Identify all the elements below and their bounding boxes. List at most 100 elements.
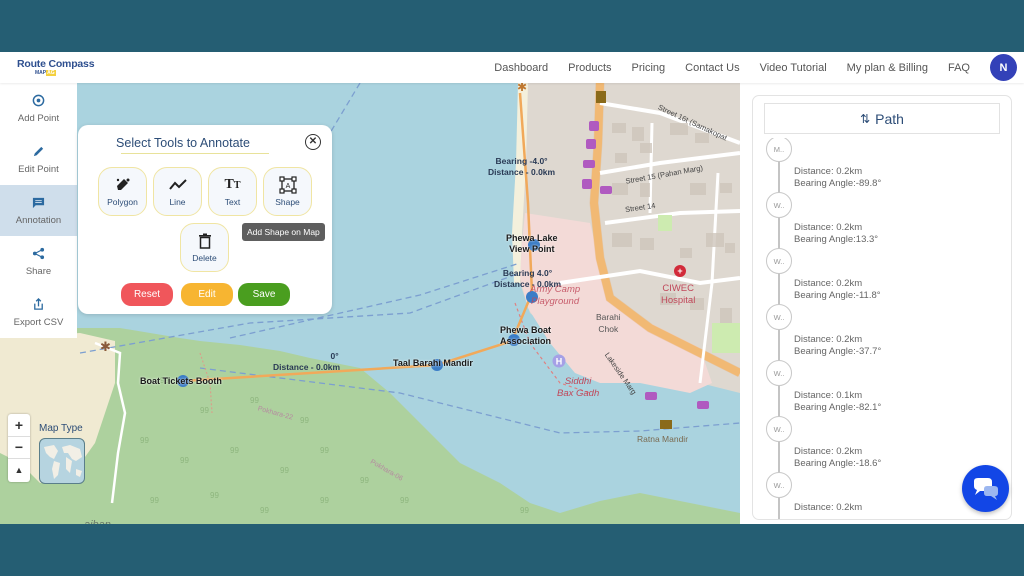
svg-text:99: 99 [360, 476, 369, 485]
sidebar-label: Edit Point [18, 163, 59, 175]
svg-text:+: + [677, 266, 682, 276]
nav-dashboard[interactable]: Dashboard [494, 62, 548, 74]
map-type-label: Map Type [39, 423, 83, 434]
sidebar-item-add-point[interactable]: Add Point [0, 83, 77, 134]
tool-sidebar: Add Point Edit Point Annotation Share Ex… [0, 83, 77, 338]
sidebar-label: Add Point [17, 112, 60, 124]
nav-plan-billing[interactable]: My plan & Billing [847, 62, 928, 74]
export-icon [32, 298, 46, 312]
waypoint-node[interactable]: W.. [766, 472, 792, 498]
svg-text:99: 99 [400, 496, 409, 505]
path-card: ⇅ Path M.. Distance: 0.2km Bearing Angle:-… [752, 95, 1012, 520]
svg-text:99: 99 [260, 506, 269, 515]
waypoint-node[interactable]: W.. [766, 416, 792, 442]
segment-distance: Distance: 0.1km [794, 390, 863, 401]
svg-text:99: 99 [140, 436, 149, 445]
save-button[interactable]: Save [238, 283, 290, 306]
chat-button[interactable] [962, 465, 1009, 512]
share-icon [32, 247, 46, 261]
nav-faq[interactable]: FAQ [948, 62, 970, 74]
zoom-in-button[interactable]: + [8, 414, 30, 437]
label-boat-tickets-booth: Boat Tickets Booth [140, 376, 222, 386]
map-type-switcher[interactable] [39, 438, 85, 484]
poi-baiban: aiban [84, 519, 111, 524]
world-map-icon [44, 445, 82, 479]
svg-text:99: 99 [180, 456, 189, 465]
sidebar-item-edit-point[interactable]: Edit Point [0, 134, 77, 185]
sidebar-label: Annotation [15, 214, 62, 226]
label-bearing-1: Bearing -4.0° Distance - 0.0km [488, 156, 556, 177]
nav-pricing[interactable]: Pricing [632, 62, 666, 74]
close-icon[interactable]: ✕ [305, 134, 321, 150]
svg-text:99: 99 [520, 506, 529, 515]
nav-menu: Dashboard Products Pricing Contact Us Vi… [494, 52, 1024, 83]
tool-polygon-button[interactable]: Polygon [98, 167, 147, 216]
tool-label: Line [169, 197, 186, 207]
svg-text:✱: ✱ [100, 339, 111, 354]
path-segment: Distance: 0.2km Bearing Angle:-18.6° [794, 446, 881, 470]
logo-text: Route Compass [17, 58, 95, 70]
segment-bearing: Bearing Angle:-89.8° [794, 178, 882, 189]
svg-text:99: 99 [200, 406, 209, 415]
tool-label: Text [224, 197, 241, 207]
waypoint-node[interactable]: W.. [766, 360, 792, 386]
waypoint-node[interactable]: W.. [766, 248, 792, 274]
tool-line-button[interactable]: Line [153, 167, 202, 216]
nav-video-tutorial[interactable]: Video Tutorial [760, 62, 827, 74]
svg-text:99: 99 [320, 496, 329, 505]
label-bearing-3: 0° Distance - 0.0km [273, 351, 341, 372]
svg-text:99: 99 [300, 416, 309, 425]
segment-bearing: Bearing Angle:-11.8° [794, 290, 881, 301]
svg-text:99: 99 [150, 496, 159, 505]
nav-contact-us[interactable]: Contact Us [685, 62, 739, 74]
edit-button[interactable]: Edit [181, 283, 233, 306]
poi-ciwec-hospital: CIWEC Hospital [661, 283, 696, 306]
segment-distance: Distance: 0.2km [794, 166, 863, 177]
label-phewa-lake-view-point: Phewa Lake View Point [506, 233, 558, 254]
tool-label: Shape [275, 197, 300, 207]
annotate-tools-panel: Select Tools to Annotate ✕ Polygon Line … [78, 125, 332, 314]
sidebar-label: Share [25, 265, 52, 277]
user-avatar[interactable]: N [990, 54, 1017, 81]
svg-text:H: H [556, 357, 563, 367]
compass-north-button[interactable]: ▲ [8, 459, 30, 482]
sidebar-item-export-csv[interactable]: Export CSV [0, 287, 77, 338]
segment-distance: Distance: 0.2km [794, 502, 863, 513]
path-header[interactable]: ⇅ Path [764, 103, 1000, 134]
label-taal-barahi-mandir: Taal Barahi Mandir [393, 358, 473, 368]
sidebar-item-annotation[interactable]: Annotation [0, 185, 77, 236]
path-segment: Distance: 0.2km Bearing Angle:-89.8° [794, 166, 881, 190]
path-title: Path [875, 110, 904, 127]
path-segment: Distance: 0.2km Bearing Angle:13.3° [794, 222, 878, 246]
sidebar-item-share[interactable]: Share [0, 236, 77, 287]
tool-delete-button[interactable]: Delete [180, 223, 229, 272]
svg-text:99: 99 [230, 446, 239, 455]
tool-label: Polygon [107, 197, 138, 207]
waypoint-node[interactable]: M.. [766, 138, 792, 162]
add-point-icon [32, 94, 46, 108]
svg-text:✱: ✱ [517, 83, 527, 94]
svg-text:99: 99 [210, 491, 219, 500]
logo[interactable]: Route Compass MAPAG [17, 58, 95, 76]
shape-tooltip: Add Shape on Map [242, 223, 325, 241]
chat-bubbles-icon [973, 477, 998, 500]
comment-icon [32, 196, 46, 210]
top-navbar: Route Compass MAPAG Dashboard Products P… [0, 52, 1024, 83]
shape-icon: A [278, 176, 297, 194]
path-timeline[interactable]: M.. Distance: 0.2km Bearing Angle:-89.8° W.… [753, 138, 999, 519]
nav-products[interactable]: Products [568, 62, 611, 74]
svg-text:99: 99 [280, 466, 289, 475]
reset-button[interactable]: Reset [121, 283, 173, 306]
zoom-out-button[interactable]: − [8, 437, 30, 460]
tool-text-button[interactable]: TT Text [208, 167, 257, 216]
polyline-icon [168, 176, 187, 194]
svg-text:99: 99 [320, 446, 329, 455]
waypoint-node[interactable]: W.. [766, 304, 792, 330]
text-icon: TT [224, 177, 241, 192]
title-underline [121, 153, 269, 154]
tool-shape-button[interactable]: A Shape [263, 167, 312, 216]
path-panel: ⇅ Path M.. Distance: 0.2km Bearing Angle:-… [740, 83, 1024, 524]
path-segment: Distance: 0.2km [794, 502, 862, 514]
segment-bearing: Bearing Angle:-18.6° [794, 458, 882, 469]
waypoint-node[interactable]: W.. [766, 192, 792, 218]
